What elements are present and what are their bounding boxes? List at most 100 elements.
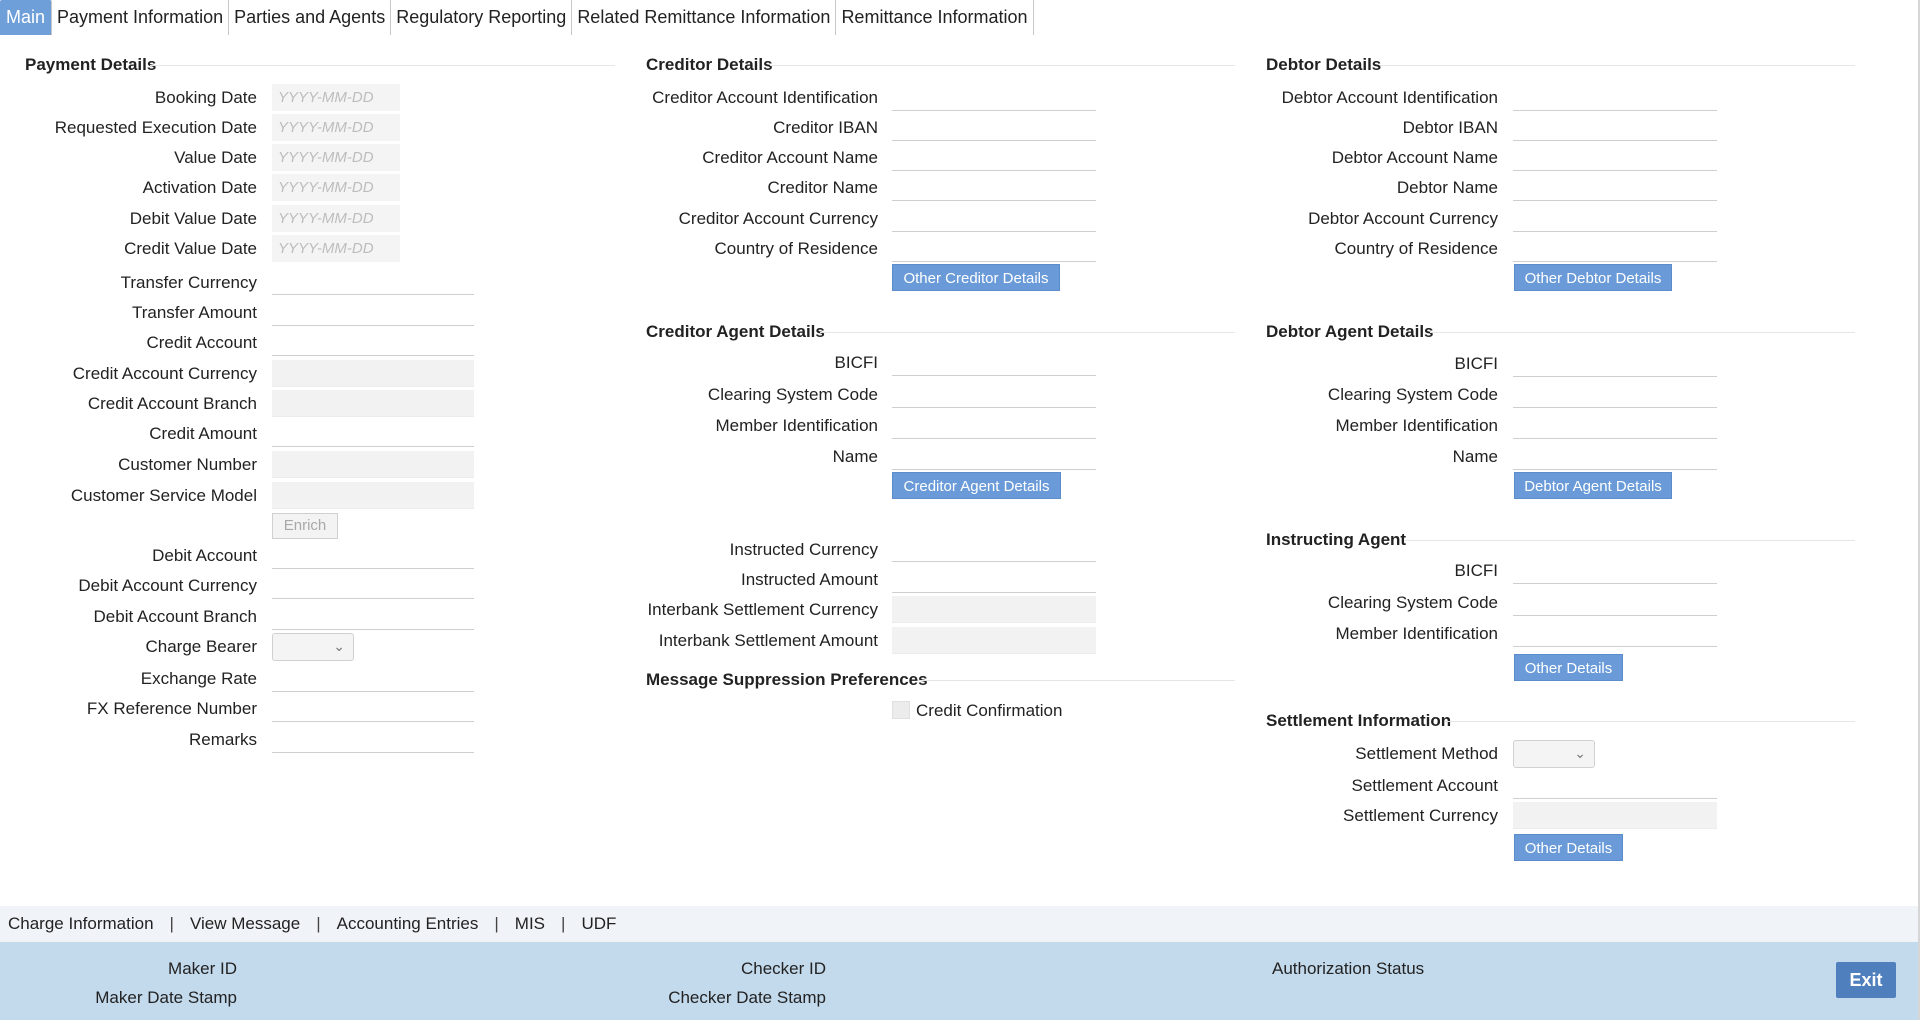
debtor-account-currency-label: Debtor Account Currency bbox=[1308, 209, 1498, 228]
other-creditor-details-button[interactable]: Other Creditor Details bbox=[892, 264, 1060, 291]
debtor-agent-member-identification-input[interactable] bbox=[1513, 412, 1717, 439]
creditor-country-of-residence-label: Country of Residence bbox=[714, 239, 878, 258]
credit-confirmation-checkbox[interactable] bbox=[892, 701, 910, 719]
credit-account-currency-input[interactable] bbox=[272, 360, 474, 387]
creditor-agent-bicfi-input[interactable] bbox=[892, 349, 1096, 376]
credit-account-branch-label: Credit Account Branch bbox=[87, 394, 257, 413]
fx-reference-number-input[interactable] bbox=[272, 695, 474, 722]
charge-bearer-label: Charge Bearer bbox=[145, 637, 257, 656]
debtor-account-name-input[interactable] bbox=[1513, 144, 1717, 171]
debtor-agent-bicfi-input[interactable] bbox=[1513, 350, 1717, 377]
tab-remittance-information[interactable]: Remittance Information bbox=[836, 0, 1034, 35]
credit-value-date-input[interactable] bbox=[272, 235, 400, 262]
interbank-settlement-currency-label: Interbank Settlement Currency bbox=[647, 600, 878, 619]
creditor-account-name-input[interactable] bbox=[892, 144, 1096, 171]
instructing-agent-member-identification-input[interactable] bbox=[1513, 620, 1717, 647]
debit-account-currency-label: Debit Account Currency bbox=[78, 576, 257, 595]
instructing-agent-clearing-system-code-label: Clearing System Code bbox=[1327, 593, 1498, 612]
debtor-name-input[interactable] bbox=[1513, 174, 1717, 201]
bottom-link-bar: Charge Information | View Message | Acco… bbox=[0, 906, 1920, 942]
creditor-name-input[interactable] bbox=[892, 174, 1096, 201]
remarks-label: Remarks bbox=[188, 730, 257, 749]
credit-account-label: Credit Account bbox=[146, 333, 257, 352]
tab-main[interactable]: Main bbox=[0, 0, 53, 35]
authorization-status-label: Authorization Status bbox=[1272, 959, 1425, 978]
creditor-agent-name-input[interactable] bbox=[892, 443, 1096, 470]
remarks-input[interactable] bbox=[272, 726, 474, 753]
tab-parties-and-agents[interactable]: Parties and Agents bbox=[229, 0, 392, 35]
transfer-currency-input[interactable] bbox=[272, 268, 474, 295]
exchange-rate-input[interactable] bbox=[272, 665, 474, 692]
creditor-agent-clearing-system-code-input[interactable] bbox=[892, 381, 1096, 408]
creditor-agent-member-identification-label: Member Identification bbox=[715, 416, 878, 435]
debit-account-currency-input[interactable] bbox=[272, 572, 474, 599]
credit-confirmation-label: Credit Confirmation bbox=[916, 701, 1063, 720]
exit-button[interactable]: Exit bbox=[1836, 962, 1896, 998]
instructed-amount-label: Instructed Amount bbox=[740, 570, 878, 589]
tab-payment-information[interactable]: Payment Information bbox=[52, 0, 230, 35]
credit-amount-input[interactable] bbox=[272, 420, 474, 447]
tab-related-remittance-information[interactable]: Related Remittance Information bbox=[572, 0, 837, 35]
other-debtor-details-button[interactable]: Other Debtor Details bbox=[1514, 264, 1672, 291]
debtor-agent-details-button[interactable]: Debtor Agent Details bbox=[1514, 472, 1672, 499]
settlement-other-details-button[interactable]: Other Details bbox=[1514, 834, 1623, 861]
transfer-amount-input[interactable] bbox=[272, 299, 474, 326]
accounting-entries-link[interactable]: Accounting Entries bbox=[337, 914, 479, 934]
charge-information-link[interactable]: Charge Information bbox=[8, 914, 154, 934]
creditor-name-label: Creditor Name bbox=[767, 178, 878, 197]
debtor-account-currency-input[interactable] bbox=[1513, 205, 1717, 232]
debtor-agent-name-input[interactable] bbox=[1513, 443, 1717, 470]
settlement-account-input[interactable] bbox=[1513, 772, 1717, 799]
settlement-currency-label: Settlement Currency bbox=[1343, 806, 1498, 825]
credit-account-branch-input[interactable] bbox=[272, 390, 474, 417]
debtor-account-identification-input[interactable] bbox=[1513, 84, 1717, 111]
debit-account-input[interactable] bbox=[272, 542, 474, 569]
settlement-method-select[interactable]: ⌄ bbox=[1513, 740, 1595, 768]
instructing-agent-other-details-button[interactable]: Other Details bbox=[1514, 654, 1623, 681]
debit-account-branch-input[interactable] bbox=[272, 603, 474, 630]
instructing-agent-clearing-system-code-input[interactable] bbox=[1513, 589, 1717, 616]
tab-regulatory-reporting[interactable]: Regulatory Reporting bbox=[391, 0, 573, 35]
customer-service-model-input[interactable] bbox=[272, 482, 474, 509]
value-date-input[interactable] bbox=[272, 144, 400, 171]
debit-value-date-input[interactable] bbox=[272, 205, 400, 232]
debtor-agent-clearing-system-code-input[interactable] bbox=[1513, 381, 1717, 408]
link-separator: | bbox=[169, 914, 174, 933]
maker-date-stamp-label: Maker Date Stamp bbox=[95, 988, 237, 1007]
creditor-agent-details-button[interactable]: Creditor Agent Details bbox=[892, 472, 1061, 499]
booking-date-input[interactable] bbox=[272, 84, 400, 111]
interbank-settlement-amount-input[interactable] bbox=[892, 627, 1096, 654]
customer-number-label: Customer Number bbox=[118, 455, 257, 474]
udf-link[interactable]: UDF bbox=[581, 914, 616, 934]
debtor-agent-clearing-system-code-label: Clearing System Code bbox=[1327, 385, 1498, 404]
settlement-currency-input[interactable] bbox=[1513, 802, 1717, 829]
instructing-agent-bicfi-input[interactable] bbox=[1513, 557, 1717, 584]
exchange-rate-label: Exchange Rate bbox=[140, 669, 257, 688]
creditor-iban-input[interactable] bbox=[892, 114, 1096, 141]
debtor-iban-input[interactable] bbox=[1513, 114, 1717, 141]
requested-execution-date-input[interactable] bbox=[272, 114, 400, 141]
debtor-country-of-residence-input[interactable] bbox=[1513, 235, 1717, 262]
credit-amount-label: Credit Amount bbox=[149, 424, 257, 443]
view-message-link[interactable]: View Message bbox=[190, 914, 300, 934]
activation-date-input[interactable] bbox=[272, 174, 400, 201]
interbank-settlement-amount-label: Interbank Settlement Amount bbox=[658, 631, 878, 650]
link-separator: | bbox=[561, 914, 566, 933]
enrich-button[interactable]: Enrich bbox=[272, 513, 338, 539]
creditor-account-identification-input[interactable] bbox=[892, 84, 1096, 111]
instructed-currency-input[interactable] bbox=[892, 535, 1096, 562]
debtor-details-title: Debtor Details bbox=[1266, 55, 1382, 74]
charge-bearer-select[interactable]: ⌄ bbox=[272, 633, 354, 661]
creditor-account-currency-input[interactable] bbox=[892, 205, 1096, 232]
debtor-iban-label: Debtor IBAN bbox=[1402, 118, 1498, 137]
customer-number-input[interactable] bbox=[272, 451, 474, 478]
transfer-amount-label: Transfer Amount bbox=[131, 303, 257, 322]
credit-account-input[interactable] bbox=[272, 329, 474, 356]
mis-link[interactable]: MIS bbox=[515, 914, 545, 934]
debtor-agent-details-title: Debtor Agent Details bbox=[1266, 322, 1434, 341]
audit-footer: Maker ID Maker Date Stamp Checker ID Che… bbox=[0, 942, 1920, 1020]
creditor-country-of-residence-input[interactable] bbox=[892, 235, 1096, 262]
instructed-amount-input[interactable] bbox=[892, 566, 1096, 593]
creditor-agent-member-identification-input[interactable] bbox=[892, 412, 1096, 439]
interbank-settlement-currency-input[interactable] bbox=[892, 596, 1096, 623]
